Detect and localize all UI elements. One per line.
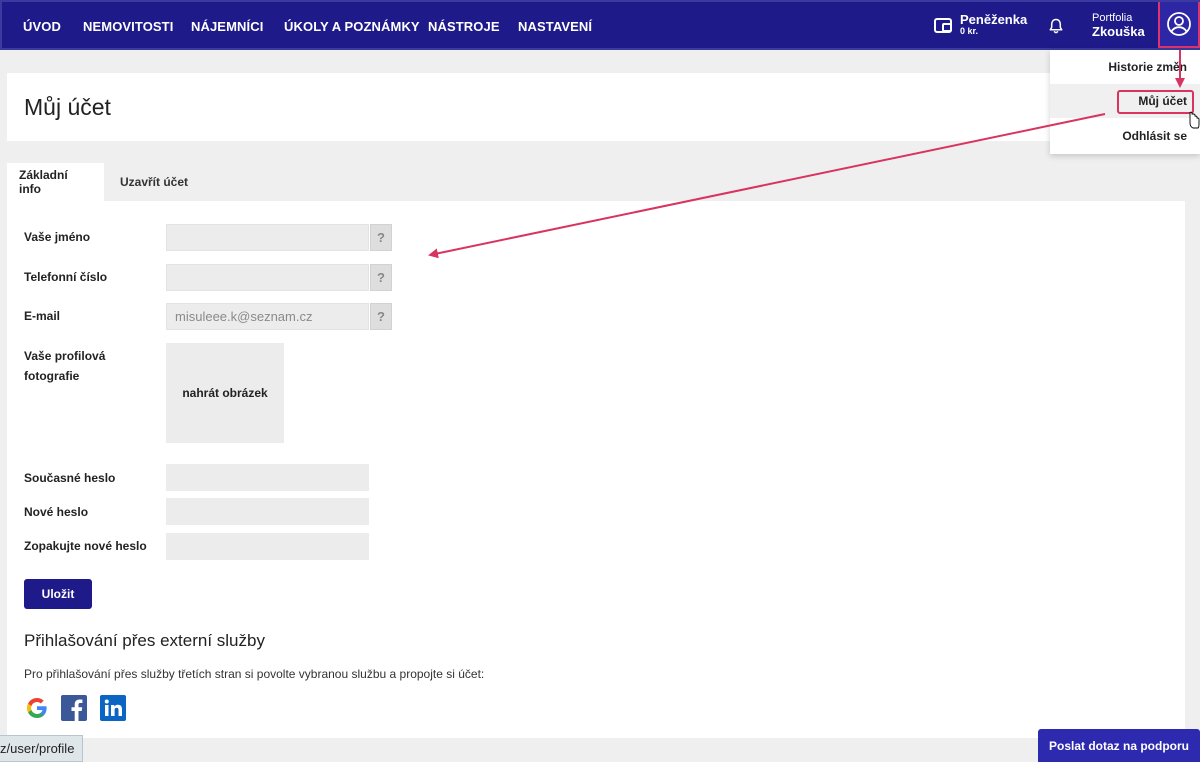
portfolio-selector[interactable]: Portfolia Zkouška — [1092, 12, 1145, 40]
wallet-icon — [934, 17, 952, 33]
status-url-tooltip: z/user/profile — [0, 735, 84, 762]
menu-item-muj-ucet[interactable]: Můj účet — [1138, 94, 1187, 108]
external-login-title: Přihlašování přes externí služby — [24, 631, 265, 650]
current-password-input[interactable] — [166, 464, 369, 491]
name-label: Vaše jméno — [24, 230, 91, 244]
current-password-label: Současné heslo — [24, 471, 116, 485]
tab-zakladni-info[interactable]: Základní info — [7, 163, 104, 201]
upload-photo-button[interactable]: nahrát obrázek — [166, 343, 284, 443]
save-button[interactable]: Uložit — [24, 579, 92, 609]
bell-icon[interactable] — [1048, 18, 1064, 34]
portfolio-label: Portfolia — [1092, 12, 1133, 24]
wallet-balance: 0 kr. — [960, 26, 979, 37]
nav-najemnici[interactable]: NÁJEMNÍCI — [191, 19, 263, 34]
nav-nastaveni[interactable]: NASTAVENÍ — [518, 19, 592, 34]
user-dropdown-menu: Historie změn Můj účet Odhlásit se — [1050, 50, 1200, 154]
name-help-button[interactable]: ? — [370, 224, 392, 251]
nav-nastroje[interactable]: NÁSTROJE — [428, 19, 500, 34]
phone-label: Telefonní číslo — [24, 270, 108, 284]
google-icon[interactable] — [24, 695, 50, 721]
repeat-password-input[interactable] — [166, 533, 369, 560]
repeat-password-label: Zopakujte nové heslo — [24, 539, 147, 553]
email-label: E-mail — [24, 309, 61, 323]
nav-ukoly-a-poznamky[interactable]: ÚKOLY A POZNÁMKY — [284, 19, 420, 34]
menu-item-historie-zmen[interactable]: Historie změn — [1108, 60, 1187, 74]
user-circle-icon — [1167, 12, 1191, 36]
page-header: Můj účet — [7, 73, 1185, 141]
nav-nemovitosti[interactable]: NEMOVITOSTI — [83, 19, 173, 34]
wallet-widget[interactable]: Peněženka 0 kr. — [934, 12, 1028, 37]
wallet-title: Peněženka — [960, 12, 1028, 27]
top-navbar: ÚVOD NEMOVITOSTI NÁJEMNÍCI ÚKOLY A POZNÁ… — [0, 0, 1200, 50]
user-menu-button[interactable] — [1158, 2, 1200, 48]
profile-photo-label: Vaše profilová fotografie — [24, 349, 106, 383]
tab-uzavrit-ucet[interactable]: Uzavřít účet — [108, 163, 200, 201]
profile-form-card: Vaše jméno ? Telefonní číslo ? E-mail ? … — [7, 201, 1185, 738]
support-button[interactable]: Poslat dotaz na podporu — [1038, 729, 1200, 762]
menu-item-odhlasit-se[interactable]: Odhlásit se — [1122, 129, 1187, 143]
external-login-description: Pro přihlašování přes služby třetích str… — [24, 667, 485, 681]
email-input[interactable] — [166, 303, 369, 330]
page-title: Můj účet — [24, 94, 111, 120]
linkedin-icon[interactable] — [100, 695, 126, 721]
new-password-label: Nové heslo — [24, 505, 89, 519]
name-input[interactable] — [166, 224, 369, 251]
portfolio-name: Zkouška — [1092, 23, 1145, 39]
email-help-button[interactable]: ? — [370, 303, 392, 330]
phone-help-button[interactable]: ? — [370, 264, 392, 291]
phone-input[interactable] — [166, 264, 369, 291]
nav-uvod[interactable]: ÚVOD — [23, 19, 61, 34]
new-password-input[interactable] — [166, 498, 369, 525]
facebook-icon[interactable] — [61, 695, 87, 721]
